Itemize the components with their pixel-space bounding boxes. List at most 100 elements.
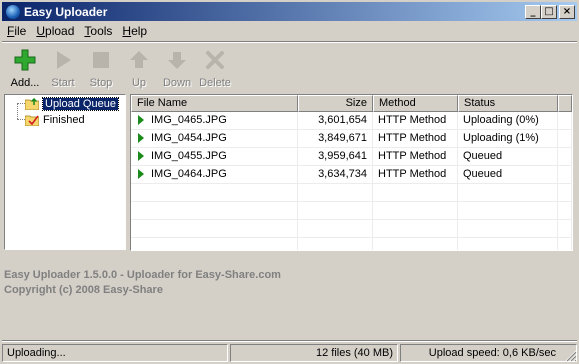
column-header-filler (558, 95, 572, 112)
filler-cell (558, 130, 572, 147)
about-version: Easy Uploader 1.5.0.0 - Uploader for Eas… (4, 269, 281, 281)
method-cell (373, 238, 458, 250)
size-cell: 3,601,654 (298, 112, 373, 129)
filler-cell (558, 184, 572, 201)
toolbar: Add... Start Stop Up Down Delete (6, 45, 234, 93)
upload-arrow-icon (138, 133, 144, 144)
file-list: File Name Size Method Status IMG_0465.JP… (130, 94, 573, 251)
up-arrow-icon (127, 48, 151, 72)
resize-grip-icon[interactable] (563, 348, 577, 362)
method-cell: HTTP Method (373, 112, 458, 129)
menu-upload[interactable]: Upload (31, 24, 79, 38)
filler-cell (558, 238, 572, 250)
menu-tools[interactable]: Tools (79, 24, 117, 38)
size-cell (298, 220, 373, 237)
down-arrow-icon (165, 48, 189, 72)
folder-tree: Upload Queue Finished (4, 94, 126, 250)
close-button[interactable]: × (559, 4, 575, 19)
size-cell: 3,849,671 (298, 130, 373, 147)
status-cell (458, 238, 558, 250)
method-cell: HTTP Method (373, 148, 458, 165)
delete-icon (203, 48, 227, 72)
status-cell: Queued (458, 166, 558, 183)
size-cell: 3,634,734 (298, 166, 373, 183)
status-divider (2, 340, 577, 342)
method-cell (373, 184, 458, 201)
file-name-cell: IMG_0465.JPG (131, 112, 298, 129)
file-name-cell: IMG_0455.JPG (131, 148, 298, 165)
window-title: Easy Uploader (24, 4, 108, 19)
size-cell (298, 184, 373, 201)
status-cell: Queued (458, 148, 558, 165)
upload-arrow-icon (138, 151, 144, 162)
column-header-size[interactable]: Size (298, 95, 373, 112)
method-cell: HTTP Method (373, 130, 458, 147)
file-name-cell (131, 184, 298, 201)
status-speed: Upload speed: 0,6 KB/sec (400, 344, 577, 362)
status-bar: Uploading... 12 files (40 MB) Upload spe… (2, 344, 577, 362)
menu-file[interactable]: File (2, 24, 31, 38)
file-name-cell: IMG_0454.JPG (131, 130, 298, 147)
empty-row (131, 238, 572, 250)
tree-item-finished[interactable]: Finished (24, 112, 85, 128)
method-cell (373, 202, 458, 219)
empty-row (131, 184, 572, 202)
status-files: 12 files (40 MB) (230, 344, 398, 362)
start-button[interactable]: Start (44, 45, 82, 93)
tree-item-upload-queue[interactable]: Upload Queue (24, 96, 119, 112)
table-row[interactable]: IMG_0454.JPG 3,849,671 HTTP Method Uploadin… (131, 130, 572, 148)
tree-connector (17, 119, 25, 120)
down-button[interactable]: Down (158, 45, 196, 93)
list-header: File Name Size Method Status (131, 95, 572, 112)
status-cell: Uploading (0%) (458, 112, 558, 129)
file-name-cell (131, 220, 298, 237)
table-row[interactable]: IMG_0464.JPG 3,634,734 HTTP Method Queued (131, 166, 572, 184)
method-cell: HTTP Method (373, 166, 458, 183)
upload-arrow-icon (138, 169, 144, 180)
menu-bar: File Upload Tools Help (2, 22, 152, 40)
up-button[interactable]: Up (120, 45, 158, 93)
minimize-button[interactable]: _ (525, 4, 541, 19)
table-row[interactable]: IMG_0455.JPG 3,959,641 HTTP Method Queued (131, 148, 572, 166)
size-cell: 3,959,641 (298, 148, 373, 165)
add-button[interactable]: Add... (6, 45, 44, 93)
column-header-method[interactable]: Method (373, 95, 458, 112)
upload-arrow-icon (138, 115, 144, 126)
app-window: Easy Uploader _ □ × File Upload Tools He… (0, 0, 579, 364)
stop-button[interactable]: Stop (82, 45, 120, 93)
status-cell (458, 184, 558, 201)
upload-queue-icon (24, 97, 40, 111)
method-cell (373, 220, 458, 237)
finished-icon (24, 114, 40, 127)
column-header-file-name[interactable]: File Name (131, 95, 298, 112)
stop-icon (89, 48, 113, 72)
status-cell: Uploading (1%) (458, 130, 558, 147)
column-header-status[interactable]: Status (458, 95, 558, 112)
menu-help[interactable]: Help (117, 24, 152, 38)
start-icon (51, 48, 75, 72)
title-bar[interactable]: Easy Uploader _ □ × (2, 2, 577, 21)
menu-divider (2, 41, 577, 43)
filler-cell (558, 166, 572, 183)
file-name-cell (131, 202, 298, 219)
status-cell (458, 220, 558, 237)
maximize-button[interactable]: □ (541, 4, 557, 19)
about-copyright: Copyright (c) 2008 Easy-Share (4, 284, 163, 296)
filler-cell (558, 202, 572, 219)
app-globe-icon (6, 4, 20, 19)
delete-button[interactable]: Delete (196, 45, 234, 93)
add-icon (13, 48, 37, 72)
tree-connector (17, 103, 25, 104)
table-row[interactable]: IMG_0465.JPG 3,601,654 HTTP Method Uploadin… (131, 112, 572, 130)
about-info: Easy Uploader 1.5.0.0 - Uploader for Eas… (4, 268, 281, 298)
filler-cell (558, 112, 572, 129)
empty-row (131, 220, 572, 238)
size-cell (298, 202, 373, 219)
filler-cell (558, 148, 572, 165)
size-cell (298, 238, 373, 250)
empty-row (131, 202, 572, 220)
status-state: Uploading... (2, 344, 228, 362)
filler-cell (558, 220, 572, 237)
file-name-cell: IMG_0464.JPG (131, 166, 298, 183)
tree-connector (17, 103, 18, 119)
